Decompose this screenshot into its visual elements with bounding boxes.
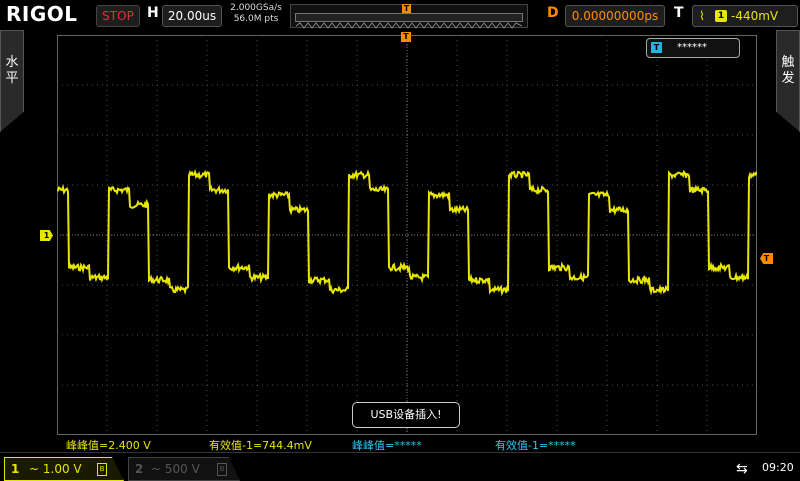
horizontal-menu-label: 水平 — [5, 55, 19, 86]
channel1-offset-marker[interactable]: 1 — [40, 230, 53, 241]
trigger-settings[interactable]: ⌇ 1 -440mV — [692, 5, 798, 27]
memory-window — [295, 13, 523, 29]
acquisition-info: 2.000GSa/s 56.0M pts — [226, 3, 286, 25]
measure-vpp-ch1: 峰峰值=2.400 V — [66, 439, 151, 452]
bottom-channel-bar: 1 ~ 1.00 V B 2 ~ 500 V B ⇆ 09:20 — [0, 452, 800, 481]
trigger-level-marker[interactable]: T — [760, 253, 773, 264]
channel1-number: 1 — [11, 462, 20, 476]
memory-overview-bar: T — [290, 4, 528, 29]
measure-vrms-ch2: 有效值-1=***** — [495, 439, 576, 452]
brand-logo: RIGOL — [6, 2, 78, 26]
channel1-scale-value: 1.00 V — [42, 462, 82, 476]
trigger-level-value: -440mV — [731, 9, 779, 23]
clock: 09:20 — [762, 461, 794, 474]
rising-edge-icon: ⌇ — [699, 9, 705, 23]
timebase-value[interactable]: 20.00us — [162, 5, 222, 27]
top-status-bar: RIGOL STOP H 20.00us 2.000GSa/s 56.0M pt… — [0, 0, 800, 30]
trigger-menu-label: 触发 — [781, 55, 795, 86]
trigger-position-marker[interactable]: T — [401, 32, 411, 42]
channel2-coupling-icon: ~ — [151, 462, 162, 476]
usb-notification: USB设备插入! — [352, 402, 460, 428]
usb-icon: ⇆ — [736, 461, 748, 477]
horizontal-menu-tab[interactable]: 水平 — [0, 30, 24, 132]
trigger-status-icon: T — [651, 42, 662, 53]
measure-vrms-ch1: 有效值-1=744.4mV — [209, 439, 312, 452]
channel2-tab[interactable]: 2 ~ 500 V B — [128, 457, 240, 481]
trigger-label: T — [674, 5, 684, 21]
memory-trigger-mark: T — [402, 4, 411, 13]
channel1-tab[interactable]: 1 ~ 1.00 V B — [4, 457, 124, 481]
trigger-source-channel: 1 — [715, 10, 727, 22]
channel1-trace — [57, 168, 757, 297]
delay-label: D — [547, 5, 559, 21]
sample-rate: 2.000GSa/s — [230, 3, 282, 13]
memory-waveform-preview — [295, 22, 523, 29]
memory-depth: 56.0M pts — [233, 14, 279, 24]
channel1-coupling-icon: ~ — [29, 462, 40, 476]
channel2-scale-value: 500 V — [164, 462, 200, 476]
waveform-display[interactable] — [57, 35, 757, 435]
measure-vpp-ch2: 峰峰值=***** — [352, 439, 422, 452]
channel1-scale: ~ 1.00 V — [29, 458, 82, 480]
horizontal-label: H — [147, 5, 159, 21]
trigger-menu-tab[interactable]: 触发 — [776, 30, 800, 132]
channel1-bw-limit-icon: B — [97, 463, 107, 476]
channel1-waveform — [57, 168, 757, 297]
channel2-bw-limit-icon: B — [217, 463, 227, 476]
trigger-status-value: ****** — [677, 42, 707, 53]
channel2-scale: ~ 500 V — [151, 458, 200, 480]
trigger-status-box: T ****** — [646, 38, 740, 58]
horizontal-delay-value[interactable]: 0.00000000ps — [565, 5, 665, 27]
channel2-number: 2 — [135, 462, 144, 476]
run-stop-indicator[interactable]: STOP — [96, 5, 140, 27]
